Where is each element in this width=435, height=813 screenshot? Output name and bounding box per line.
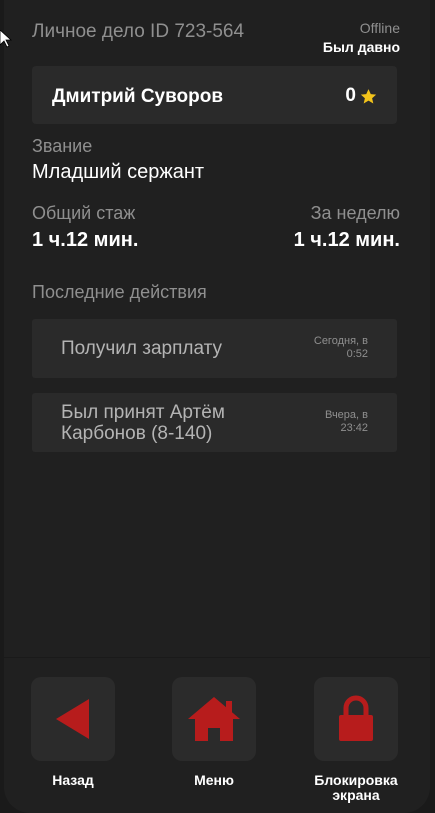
lock-icon [339, 695, 373, 741]
week-label: За неделю [310, 203, 400, 223]
last-seen: Был давно [322, 39, 400, 55]
activity-time-clock: 0:52 [346, 348, 368, 360]
lock-screen-label: Блокировка экрана [302, 773, 410, 803]
activity-text-line: Карбонов (8-140) [61, 423, 213, 444]
score-value: 0 [345, 85, 356, 106]
dossier-title: Личное дело ID 723-564 [32, 21, 245, 42]
mouse-cursor-icon [0, 30, 12, 48]
menu-label: Меню [194, 772, 234, 788]
activity-time: Сегодня, в 0:52 [298, 335, 368, 361]
phone-screen: Личное дело ID 723-564 Offline Был давно… [4, 0, 430, 813]
activity-item: Получил зарплату Сегодня, в 0:52 [32, 319, 397, 378]
lock-screen-label-line: экрана [332, 787, 380, 803]
activity-time: Вчера, в 23:42 [298, 409, 368, 435]
activity-time-day: Вчера, в [324, 409, 368, 421]
activity-time-clock: 23:42 [340, 422, 368, 434]
activity-time-day: Сегодня, в [313, 335, 368, 347]
lock-screen-button[interactable] [314, 677, 398, 761]
activity-text-line: Был принят Артём [61, 402, 225, 423]
activity-text: Был принят Артём Карбонов (8-140) [61, 402, 225, 444]
star-icon [360, 88, 377, 104]
total-experience-value: 1 ч.12 мин. [32, 229, 139, 251]
back-label: Назад [52, 772, 94, 788]
status-box: Offline Был давно [323, 20, 400, 55]
total-experience-label: Общий стаж [32, 203, 136, 223]
week-value: 1 ч.12 мин. [293, 229, 400, 251]
lock-screen-label-line: Блокировка [314, 772, 398, 788]
online-status: Offline [359, 20, 400, 36]
player-name: Дмитрий Суворов [52, 86, 224, 107]
recent-actions-title: Последние действия [32, 282, 207, 302]
activity-text: Получил зарплату [61, 338, 223, 359]
back-arrow-icon [56, 699, 89, 739]
menu-button[interactable] [172, 677, 256, 761]
name-card: Дмитрий Суворов 0 [32, 66, 397, 124]
home-icon [188, 697, 240, 741]
rank-label: Звание [32, 136, 93, 156]
back-button[interactable] [31, 677, 115, 761]
rank-value: Младший сержант [32, 161, 205, 183]
score: 0 [345, 85, 377, 107]
nav-divider [4, 657, 430, 658]
activity-item: Был принят Артём Карбонов (8-140) Вчера,… [32, 393, 397, 452]
